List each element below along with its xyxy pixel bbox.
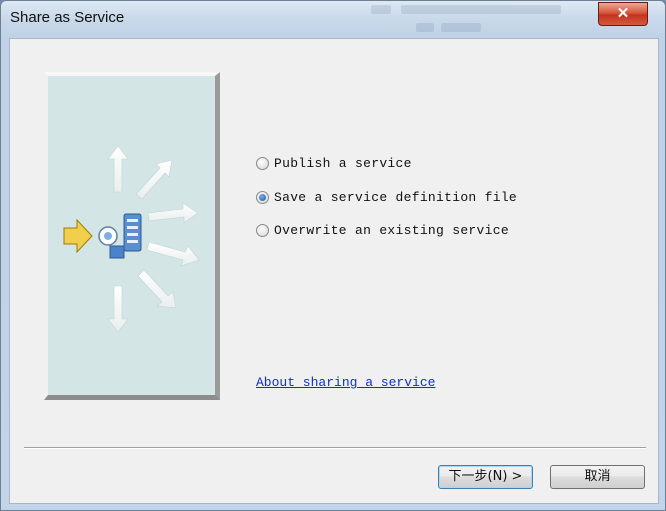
radio-save-definition[interactable]: [256, 190, 269, 204]
cancel-button[interactable]: 取消: [550, 465, 645, 489]
arrow-right-lower-icon: [146, 241, 200, 267]
option-save-definition-label: Save a service definition file: [274, 189, 518, 205]
about-sharing-link[interactable]: About sharing a service: [256, 375, 435, 390]
share-service-illustration: [63, 145, 200, 333]
dialog-window: Share as Service ✕ Publish a service Sav…: [0, 0, 666, 511]
background-tree-blur: [361, 1, 601, 37]
title-bar[interactable]: Share as Service ✕: [1, 1, 665, 37]
option-publish-service[interactable]: Publish a service: [256, 153, 412, 173]
radio-publish-service[interactable]: [256, 156, 269, 170]
next-button[interactable]: 下一步(N) >: [438, 465, 533, 489]
option-publish-service-label: Publish a service: [274, 155, 412, 171]
arrow-down-icon: [107, 285, 129, 333]
service-publish-icon: [98, 213, 142, 259]
window-title: Share as Service: [10, 9, 125, 26]
arrow-upright-icon: [135, 159, 173, 200]
wizard-illustration-panel: [44, 72, 220, 400]
input-arrow-icon: [63, 218, 93, 254]
close-button[interactable]: ✕: [598, 2, 648, 26]
arrow-up-icon: [107, 145, 129, 193]
option-overwrite-service[interactable]: Overwrite an existing service: [256, 220, 509, 240]
dialog-client-area: Publish a service Save a service definit…: [9, 38, 659, 504]
arrow-right-upper-icon: [147, 202, 199, 224]
arrow-downright-icon: [137, 269, 177, 309]
radio-overwrite-service[interactable]: [256, 223, 269, 237]
option-overwrite-service-label: Overwrite an existing service: [274, 222, 509, 238]
footer-separator: [24, 447, 646, 449]
option-save-definition[interactable]: Save a service definition file: [256, 187, 517, 207]
